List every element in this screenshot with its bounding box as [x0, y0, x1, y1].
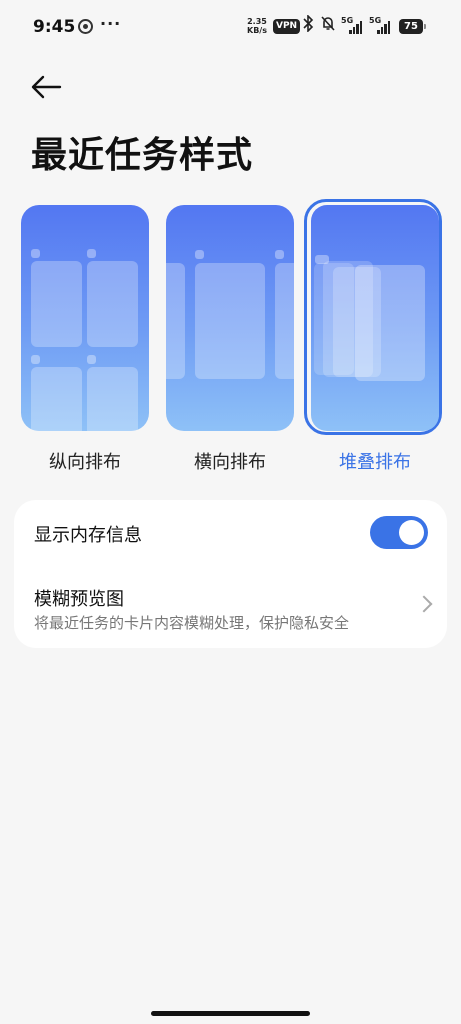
- battery-icon: 75: [399, 19, 426, 34]
- layout-option-label: 横向排布: [194, 452, 266, 473]
- settings-card: 显示内存信息 模糊预览图 将最近任务的卡片内容模糊处理，保护隐私安全: [14, 500, 447, 648]
- layout-option-label: 堆叠排布: [339, 452, 411, 473]
- home-indicator[interactable]: [151, 1011, 310, 1016]
- blur-preview-label: 模糊预览图: [34, 589, 124, 610]
- layout-option-horizontal[interactable]: 横向排布: [166, 205, 294, 473]
- stacked-layout-preview: [311, 205, 439, 431]
- mute-bell-icon: [320, 15, 336, 36]
- show-memory-row[interactable]: 显示内存信息: [14, 500, 447, 564]
- status-bar: 9:45 ··· 2.35 KB/s VPN 5G 5G 75: [0, 0, 461, 56]
- network-speed-value: 2.35: [247, 17, 267, 26]
- signal-icon: 5G: [341, 16, 363, 34]
- vpn-badge: VPN: [273, 19, 301, 34]
- horizontal-layout-preview: [166, 205, 294, 431]
- show-memory-toggle[interactable]: [370, 516, 428, 549]
- signal-icon: 5G: [369, 16, 391, 34]
- app-icon: [78, 19, 93, 34]
- blur-preview-description: 将最近任务的卡片内容模糊处理，保护隐私安全: [34, 614, 350, 632]
- bluetooth-icon: [302, 14, 314, 36]
- more-notifications-icon: ···: [100, 14, 122, 33]
- toggle-knob: [399, 520, 424, 545]
- blur-preview-row[interactable]: 模糊预览图 将最近任务的卡片内容模糊处理，保护隐私安全: [14, 570, 447, 648]
- layout-option-stacked[interactable]: 堆叠排布: [304, 199, 442, 473]
- status-time: 9:45: [33, 17, 76, 37]
- show-memory-label: 显示内存信息: [34, 525, 142, 546]
- layout-option-vertical[interactable]: 纵向排布: [21, 205, 149, 473]
- network-speed: 2.35 KB/s: [247, 17, 267, 35]
- page-title: 最近任务样式: [31, 135, 254, 176]
- network-speed-unit: KB/s: [247, 26, 267, 35]
- vertical-layout-preview: [21, 205, 149, 431]
- back-button[interactable]: [28, 70, 64, 104]
- layout-option-label: 纵向排布: [49, 452, 121, 473]
- arrow-left-icon: [31, 75, 62, 99]
